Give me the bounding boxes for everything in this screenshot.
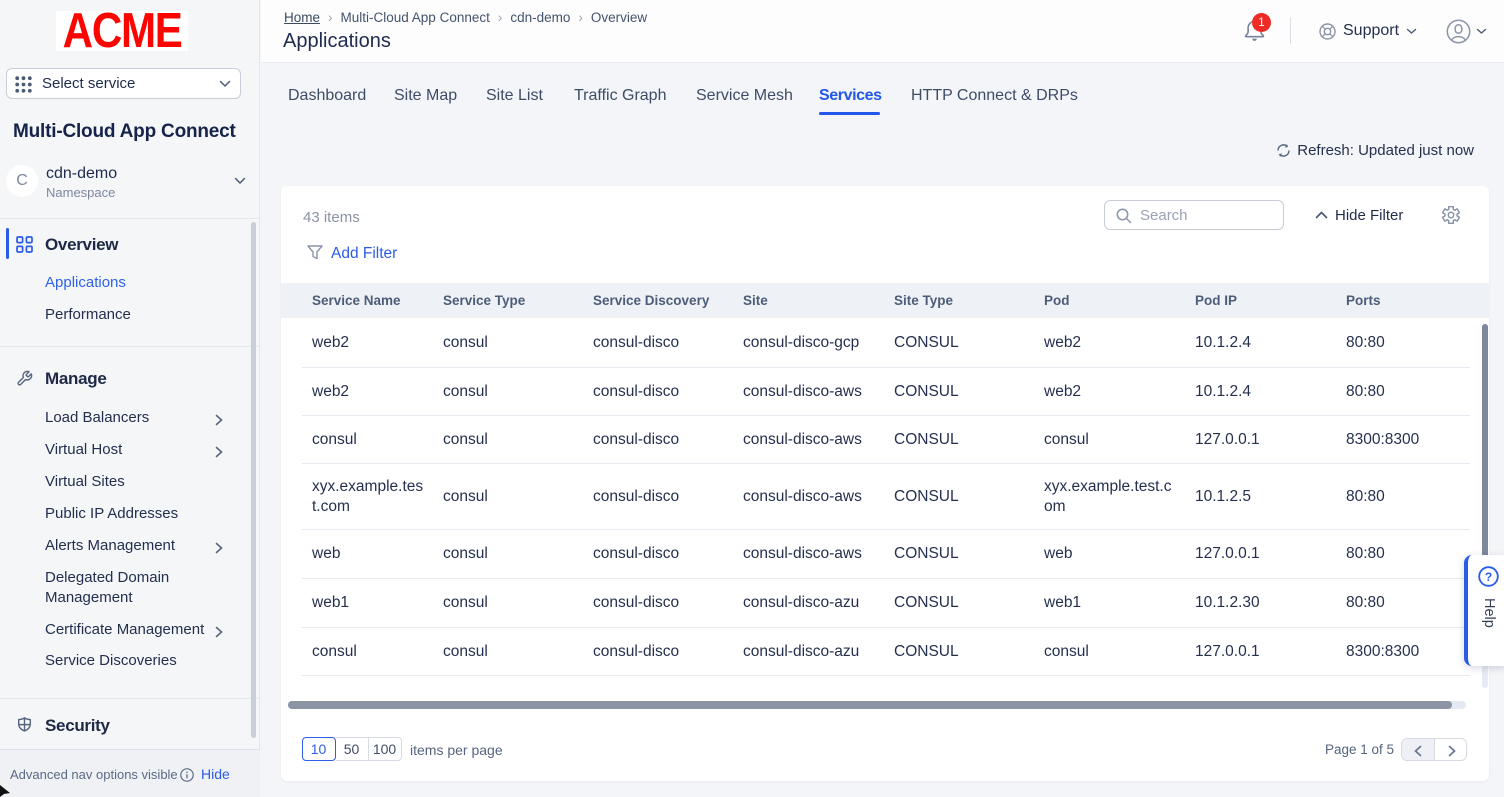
svg-text:?: ? [1485, 570, 1492, 584]
